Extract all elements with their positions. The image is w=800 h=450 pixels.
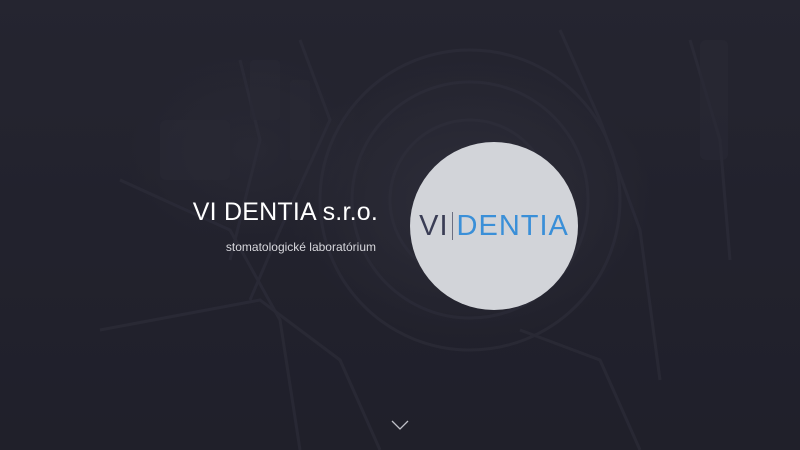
company-name: VI DENTIA s.r.o. xyxy=(192,198,378,226)
background-overlay xyxy=(0,0,800,450)
logo-text-dentia: DENTIA xyxy=(456,209,569,242)
hero-section: VI DENTIA s.r.o. stomatologické laborató… xyxy=(0,0,800,450)
chevron-down-icon[interactable] xyxy=(391,419,409,431)
tagline: stomatologické laboratórium xyxy=(225,240,376,254)
logo-divider xyxy=(451,212,453,240)
company-logo: VI DENTIA xyxy=(410,142,578,310)
logo-wordmark: VI DENTIA xyxy=(419,209,569,242)
logo-text-vi: VI xyxy=(419,209,449,242)
